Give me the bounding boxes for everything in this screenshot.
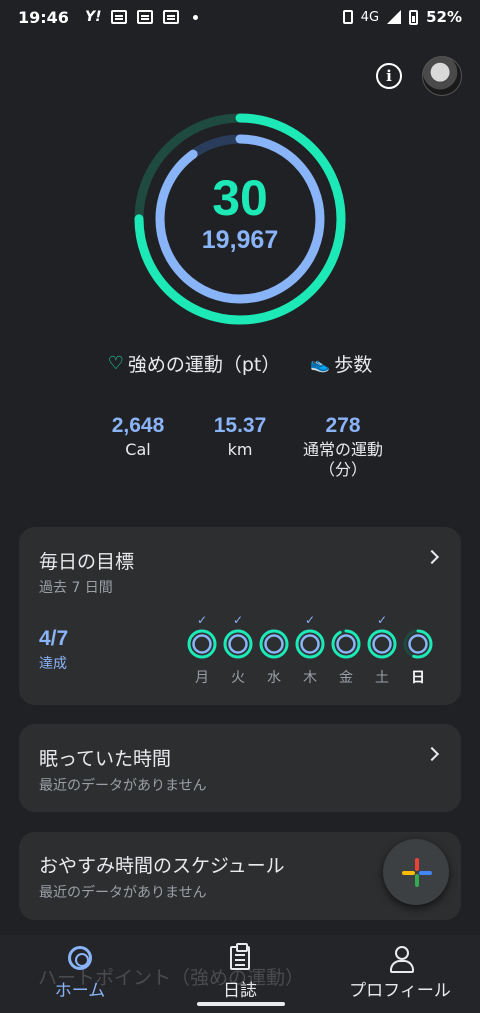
check-icon (403, 613, 433, 627)
network-type: 4G (360, 9, 380, 25)
stat-move-minutes: 278 通常の運動 （分） (283, 412, 403, 480)
sleep-subtitle: 最近のデータがありません (39, 778, 207, 794)
day-label: 水 (267, 670, 281, 686)
signal-icon (387, 10, 402, 24)
nav-journal[interactable]: 日誌 (170, 943, 310, 1001)
bedtime-title: おやすみ時間のスケジュール (39, 855, 285, 877)
day-label: 火 (231, 670, 245, 686)
stat-label: km (227, 440, 253, 459)
heart-icon: ♡ (107, 353, 124, 374)
news-icon (137, 10, 154, 24)
legend-steps: 👟 歩数 (310, 350, 372, 377)
day-label: 金 (339, 670, 353, 686)
top-actions: i (376, 56, 462, 96)
day-ring (259, 629, 289, 659)
day-ring (223, 629, 253, 659)
more-notifications-icon (193, 14, 199, 20)
info-icon[interactable]: i (376, 63, 402, 89)
notification-icons: Y! (85, 9, 199, 25)
daily-goals-card[interactable]: 毎日の目標 過去 7 日間 4/7 達成 ✓ 月 ✓ 火水 ✓ 木金 ✓ 土日 (19, 527, 461, 705)
stat-value: 278 (325, 414, 361, 437)
news-icon (163, 10, 180, 24)
chevron-right-icon (424, 746, 440, 762)
day-ring (367, 629, 397, 659)
battery-percent: 52% (426, 8, 462, 26)
ring-values: 30 19,967 (133, 170, 347, 254)
check-icon: ✓ (196, 613, 208, 627)
check-icon: ✓ (376, 613, 388, 627)
status-bar: 19:46 Y! 4G 52% (0, 0, 480, 34)
daily-goals-title: 毎日の目標 (39, 551, 135, 573)
day-item: ✓ 月 (187, 613, 217, 687)
yahoo-icon: Y! (84, 9, 102, 25)
day-item: ✓ 土 (367, 613, 397, 687)
day-label: 日 (411, 670, 425, 686)
steps-value: 19,967 (201, 226, 279, 254)
activity-rings[interactable]: 30 19,967 (133, 112, 347, 326)
legend-heart-points-label: 強めの運動（pt） (127, 354, 281, 376)
nav-profile-label: プロフィール (349, 981, 451, 1001)
goal-achieved-label: 達成 (39, 656, 67, 672)
legend-heart-points: ♡ 強めの運動（pt） (108, 350, 281, 377)
add-button[interactable] (383, 839, 449, 905)
news-icon (111, 10, 128, 24)
system-icons: 4G 52% (342, 8, 462, 26)
day-label: 土 (375, 670, 389, 686)
bedtime-subtitle: 最近のデータがありません (39, 885, 207, 901)
shoe-icon: 👟 (310, 354, 331, 373)
heart-points-value: 30 (212, 170, 268, 226)
journal-icon (230, 943, 250, 970)
battery-icon (409, 9, 419, 25)
chevron-right-icon (424, 549, 440, 565)
daily-goals-subtitle: 過去 7 日間 (39, 580, 113, 596)
nav-home-label: ホーム (54, 981, 106, 1001)
day-label: 月 (195, 670, 209, 686)
day-ring (187, 629, 217, 659)
check-icon (331, 613, 361, 627)
gesture-bar (197, 1002, 285, 1006)
legend-steps-label: 歩数 (334, 354, 373, 376)
ring-legend: ♡ 強めの運動（pt） 👟 歩数 (0, 350, 480, 377)
day-item: 金 (331, 613, 361, 687)
check-icon (259, 613, 289, 627)
day-item: ✓ 火 (223, 613, 253, 687)
stat-value: 15.37 (213, 414, 267, 437)
stat-label: 通常の運動 （分） (302, 440, 383, 479)
check-icon: ✓ (304, 613, 316, 627)
day-label: 木 (303, 670, 317, 686)
day-item: 日 (403, 613, 433, 687)
nav-profile[interactable]: プロフィール (330, 944, 470, 1001)
nav-home[interactable]: ホーム (10, 944, 150, 1001)
home-icon (68, 946, 92, 970)
day-item: ✓ 木 (295, 613, 325, 687)
day-ring (295, 629, 325, 659)
sleep-card[interactable]: 眠っていた時間 最近のデータがありません (19, 724, 461, 812)
stat-distance: 15.37 km (180, 412, 300, 460)
profile-icon (389, 946, 414, 973)
day-ring (403, 629, 433, 659)
day-item: 水 (259, 613, 289, 687)
nav-journal-label: 日誌 (223, 981, 257, 1001)
check-icon: ✓ (232, 613, 244, 627)
sleep-title: 眠っていた時間 (39, 748, 172, 770)
goal-summary: 4/7 達成 (39, 627, 68, 673)
status-time: 19:46 (18, 7, 69, 27)
vibrate-icon (342, 10, 353, 24)
goal-fraction: 4/7 (39, 627, 69, 650)
day-ring (331, 629, 361, 659)
avatar[interactable] (422, 56, 462, 96)
